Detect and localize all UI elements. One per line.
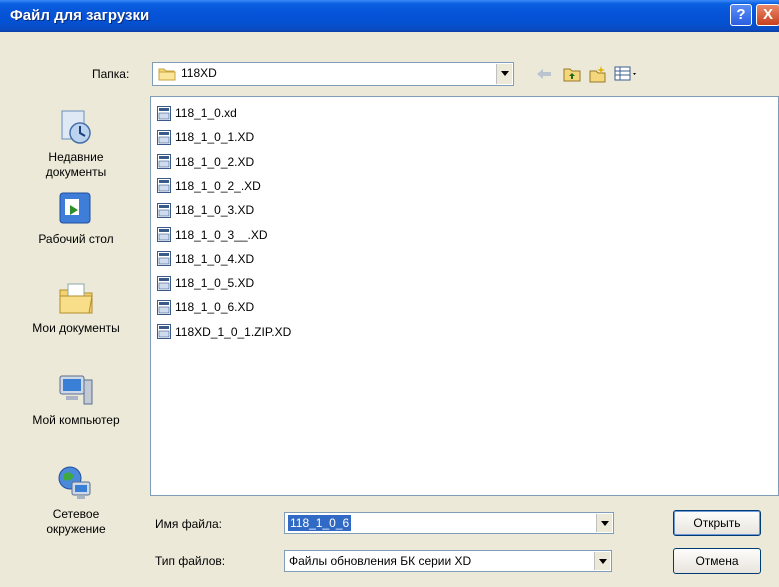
file-item[interactable]: 118_1_0_2.XD <box>157 152 254 172</box>
close-button[interactable]: X <box>756 4 779 26</box>
file-list[interactable]: 118_1_0.xd 118_1_0_1.XD 118_1_0_2.XD 118_1_… <box>150 96 779 496</box>
title-bar[interactable]: Файл для загрузки ? X <box>0 0 779 32</box>
place-my-documents[interactable]: Мои документы <box>12 278 140 336</box>
file-name: 118_1_0_4.XD <box>175 251 255 266</box>
new-folder-icon[interactable] <box>589 65 607 83</box>
file-name: 118_1_0_1.XD <box>175 130 255 145</box>
place-network[interactable]: Сетевое окружение <box>12 464 140 537</box>
filename-dropdown-arrow[interactable] <box>596 514 612 532</box>
file-item[interactable]: 118_1_0_3.XD <box>157 200 254 220</box>
place-label: окружение <box>46 522 106 536</box>
xd-file-icon <box>157 251 171 267</box>
lookin-combo[interactable]: 118XD <box>152 62 514 86</box>
xd-file-icon <box>157 178 171 194</box>
file-name: 118_1_0_3__.XD <box>175 227 268 242</box>
file-name: 118_1_0_2.XD <box>175 154 255 169</box>
file-item[interactable]: 118_1_0_6.XD <box>157 297 254 317</box>
xd-file-icon <box>157 129 171 145</box>
file-item[interactable]: 118_1_0_5.XD <box>157 273 254 293</box>
filetype-label: Тип файлов: <box>155 554 226 568</box>
up-folder-icon[interactable] <box>563 65 581 83</box>
file-item[interactable]: 118_1_0_4.XD <box>157 249 254 269</box>
network-places-icon <box>58 466 91 499</box>
cancel-button[interactable]: Отмена <box>673 548 761 574</box>
file-item[interactable]: 118_1_0.xd <box>157 103 237 123</box>
file-name: 118_1_0_3.XD <box>175 203 255 218</box>
xd-file-icon <box>157 275 171 291</box>
xd-file-icon <box>157 324 171 340</box>
place-label: Мой компьютер <box>32 413 120 427</box>
place-label: Мои документы <box>32 321 120 335</box>
xd-file-icon <box>157 227 171 242</box>
place-label: Сетевое <box>52 507 100 521</box>
recent-documents-icon <box>61 110 91 144</box>
file-item[interactable]: 118_1_0_3__.XD <box>157 225 268 245</box>
lookin-label: Папка: <box>92 67 130 81</box>
file-name: 118_1_0_6.XD <box>175 300 255 315</box>
place-label: Недавние <box>48 150 104 164</box>
filename-dropdown[interactable] <box>596 512 614 534</box>
places-bar: Недавние документы Рабочий стол Мои доку… <box>12 92 140 582</box>
xd-file-icon <box>157 154 171 170</box>
filetype-value: Файлы обновления БК серии XD <box>289 554 472 568</box>
my-computer-icon <box>59 375 93 405</box>
file-name: 118_1_0.xd <box>175 106 237 120</box>
place-recent-documents[interactable]: Недавние документы <box>12 107 140 180</box>
lookin-dropdown-arrow[interactable] <box>496 64 512 84</box>
place-desktop[interactable]: Рабочий стол <box>12 189 140 247</box>
filename-value: 118_1_0_6 <box>288 515 352 531</box>
help-button[interactable]: ? <box>730 4 752 26</box>
file-item[interactable]: 118_1_0_1.XD <box>157 127 254 147</box>
file-name: 118_1_0_5.XD <box>175 276 255 291</box>
filetype-combo[interactable]: Файлы обновления БК серии XD <box>284 550 612 572</box>
back-arrow-icon[interactable] <box>535 65 553 83</box>
desktop-icon <box>59 192 91 224</box>
file-item[interactable]: 118_1_0_2_.XD <box>157 176 261 196</box>
filetype-dropdown-arrow[interactable] <box>594 552 610 570</box>
folder-icon <box>158 68 176 81</box>
place-label: документы <box>45 165 107 179</box>
xd-file-icon <box>157 105 171 121</box>
file-name: 118XD_1_0_1.ZIP.XD <box>175 324 292 339</box>
my-documents-icon <box>59 283 93 314</box>
lookin-value: 118XD <box>181 66 217 80</box>
view-menu-icon[interactable] <box>614 65 640 83</box>
file-name: 118_1_0_2_.XD <box>175 178 261 193</box>
file-item[interactable]: 118XD_1_0_1.ZIP.XD <box>157 322 291 342</box>
file-open-dialog: Файл для загрузки ? X Папка: 118XD Недав… <box>0 0 779 587</box>
open-button[interactable]: Открыть <box>673 510 761 536</box>
filename-input[interactable]: 118_1_0_6 <box>284 512 612 534</box>
xd-file-icon <box>157 202 171 218</box>
xd-file-icon <box>157 299 171 315</box>
filename-label: Имя файла: <box>155 517 222 531</box>
place-label: Рабочий стол <box>38 232 114 246</box>
place-my-computer[interactable]: Мой компьютер <box>12 370 140 428</box>
window-title: Файл для загрузки <box>10 7 150 24</box>
